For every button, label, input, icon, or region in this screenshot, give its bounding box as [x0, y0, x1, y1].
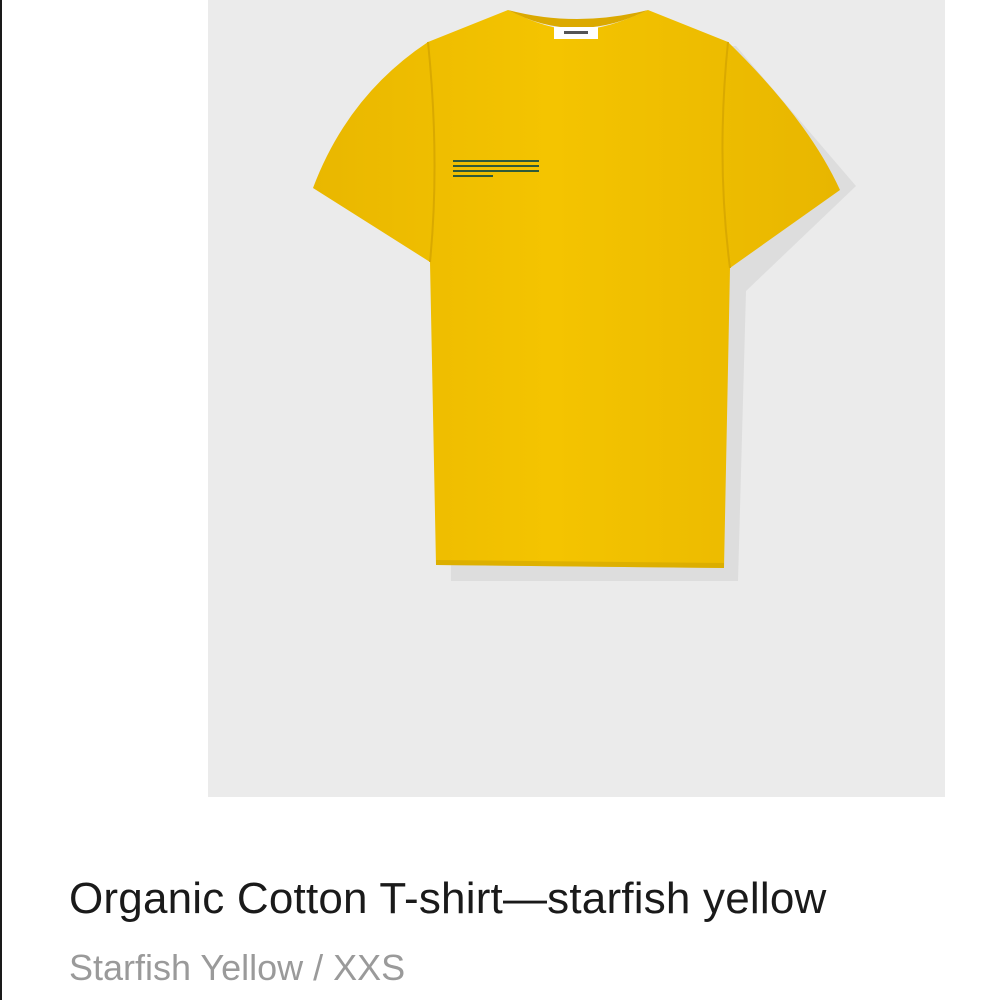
tshirt-body: [313, 10, 840, 568]
tshirt-illustration: [313, 10, 856, 581]
product-image[interactable]: [208, 0, 945, 797]
product-page: Organic Cotton T-shirt—starfish yellow S…: [0, 0, 1000, 1000]
product-variant: Starfish Yellow / XXS: [69, 947, 406, 988]
left-border: [0, 0, 2, 1000]
product-title[interactable]: Organic Cotton T-shirt—starfish yellow: [69, 872, 827, 926]
